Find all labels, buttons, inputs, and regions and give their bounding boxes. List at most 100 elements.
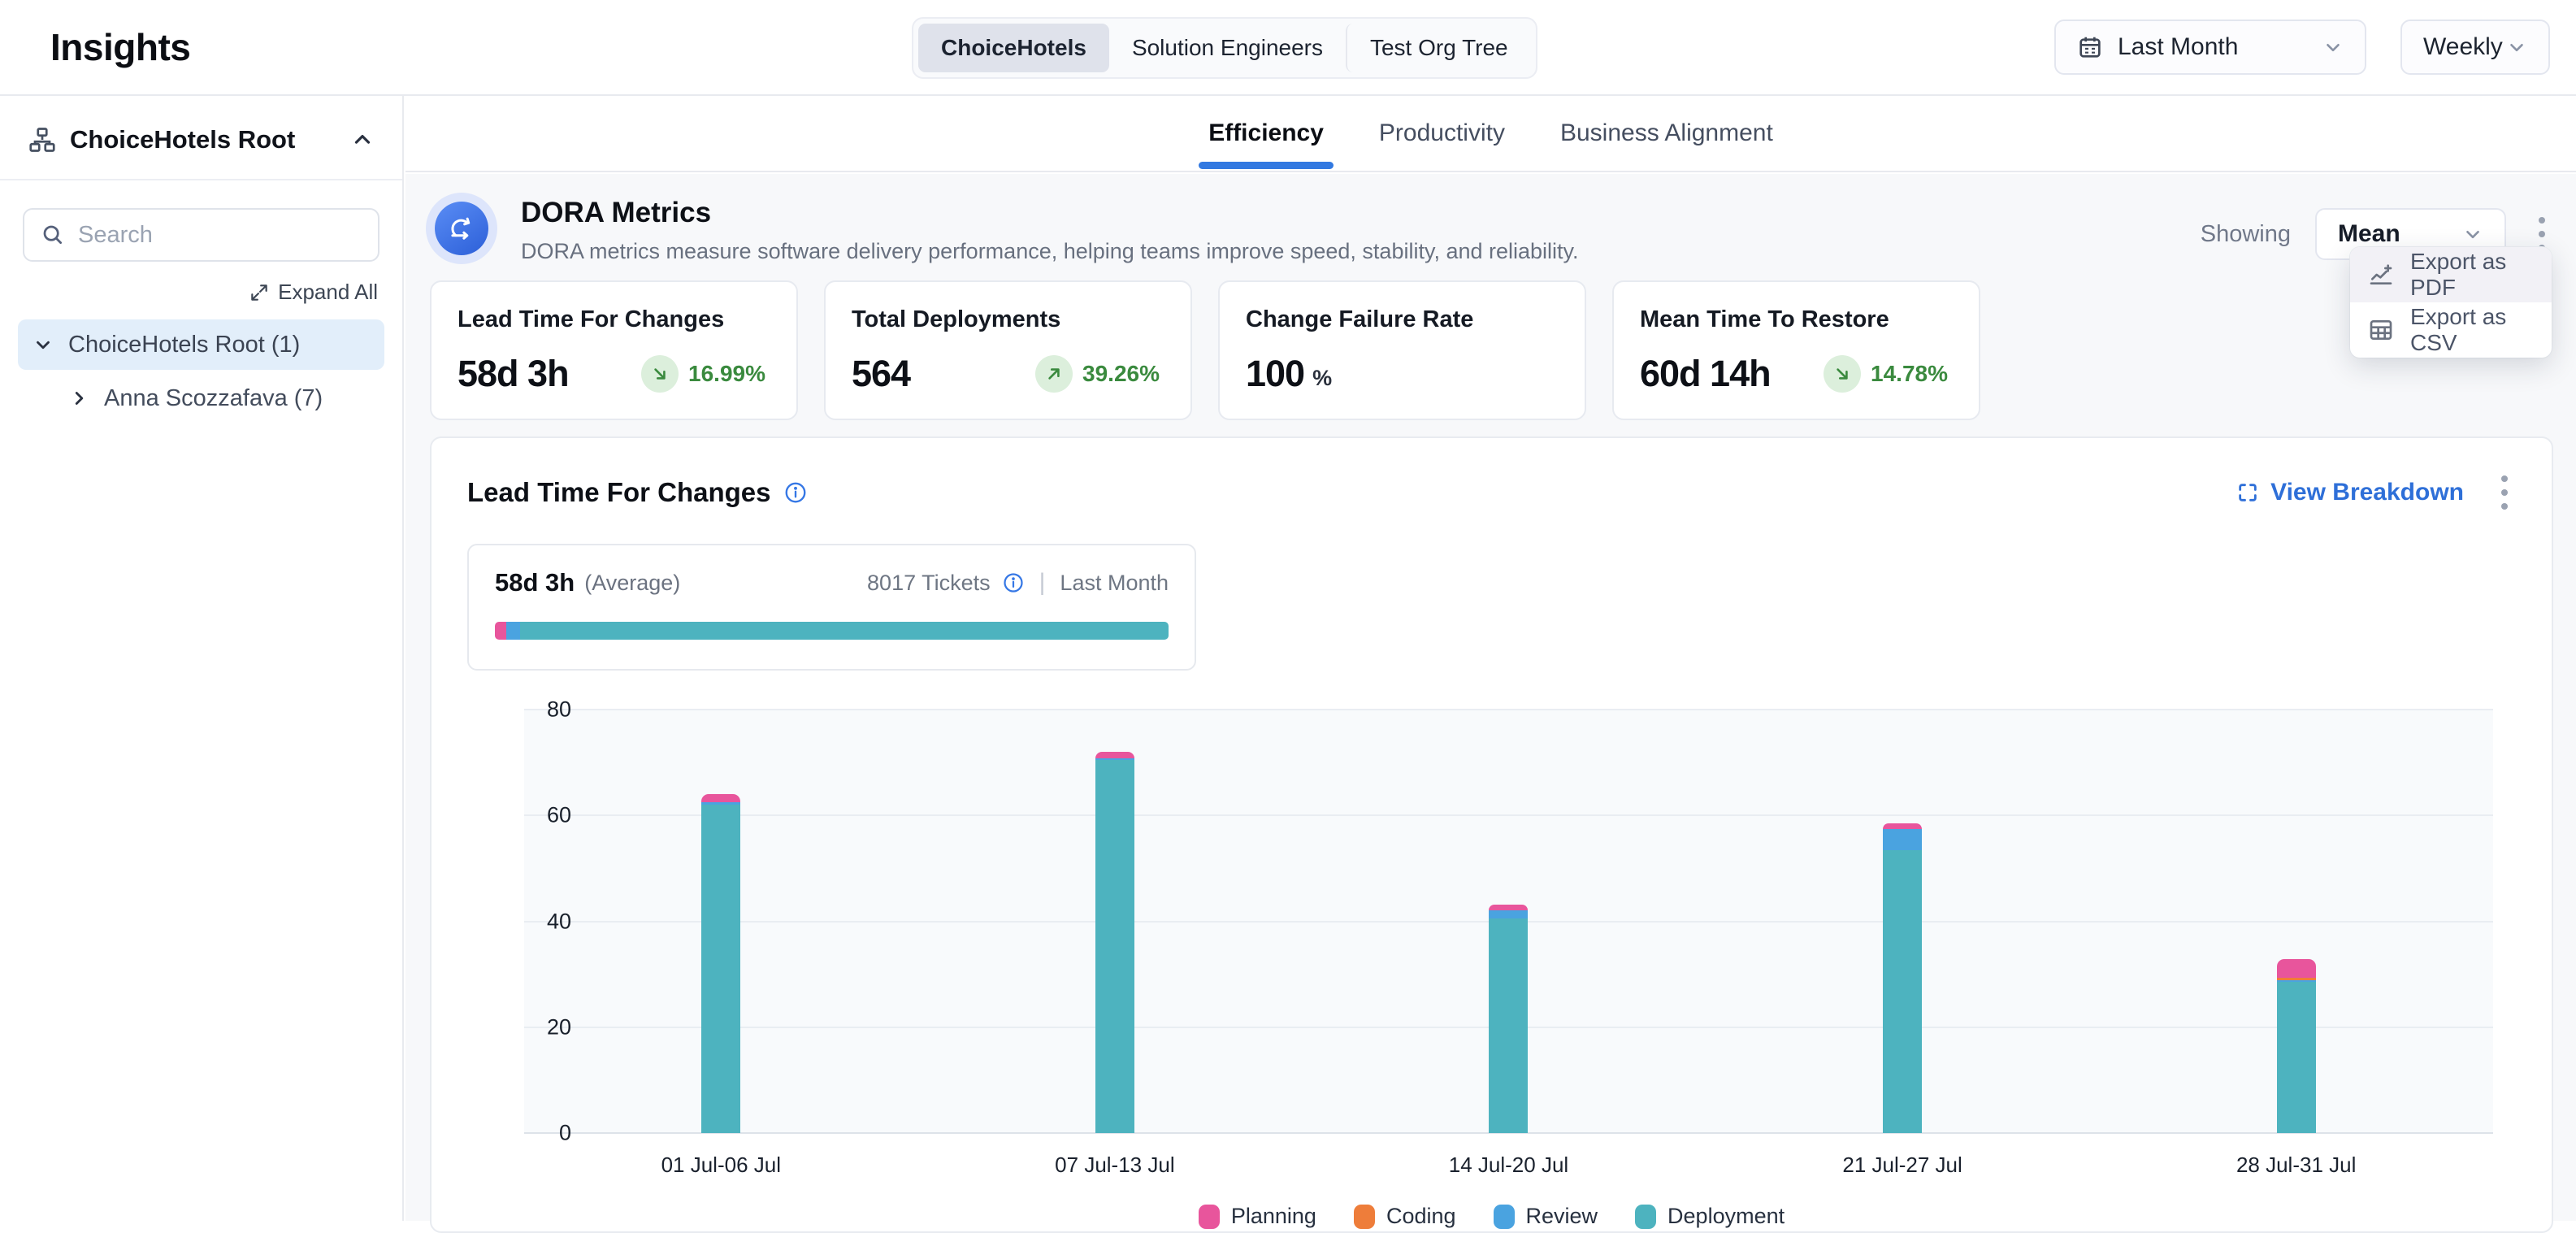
metric-card-title: Total Deployments — [852, 306, 1166, 333]
expand-corners-icon — [2236, 481, 2259, 504]
org-tab-test-org-tree[interactable]: Test Org Tree — [1346, 24, 1531, 72]
legend-label: Coding — [1386, 1204, 1456, 1229]
table-icon — [2368, 317, 2394, 343]
expand-all-label: Expand All — [278, 280, 378, 305]
summary-period: Last Month — [1060, 571, 1169, 596]
legend-item-coding: Coding — [1354, 1204, 1456, 1229]
search-icon — [41, 223, 65, 247]
granularity-value: Weekly — [2423, 33, 2503, 61]
tab-business-alignment[interactable]: Business Alignment — [1557, 100, 1776, 167]
bar-slot — [524, 710, 918, 1133]
org-sidebar: ChoiceHotels Root Expand All ChoiceHotel… — [0, 96, 404, 1221]
aggregation-value: Mean — [2338, 220, 2400, 248]
view-breakdown-button[interactable]: View Breakdown — [2236, 479, 2464, 506]
stacked-bar-14-Jul-20-Jul — [1489, 905, 1528, 1133]
section-tabs: Efficiency Productivity Business Alignment — [405, 96, 2576, 172]
metric-card-title: Mean Time To Restore — [1640, 306, 1954, 333]
menu-item-label: Export as PDF — [2410, 249, 2534, 301]
tree-item[interactable]: ChoiceHotels Root (1) — [18, 319, 384, 370]
x-axis-label: 21 Jul-27 Jul — [1706, 1153, 2100, 1178]
summary-qualifier: (Average) — [584, 571, 680, 596]
metric-card-unit: % — [1312, 366, 1332, 391]
trend-delta: 16.99% — [688, 361, 765, 387]
tree-item[interactable]: Anna Scozzafava (7) — [54, 373, 384, 423]
dora-heading-text: DORA Metrics DORA metrics measure softwa… — [521, 197, 1579, 264]
bar-slot — [2099, 710, 2493, 1133]
bar-slot — [918, 710, 1312, 1133]
search-input[interactable] — [78, 222, 362, 249]
export-menu: Export as PDFExport as CSV — [2350, 247, 2552, 358]
bar-slot — [1312, 710, 1706, 1133]
x-axis-label: 01 Jul-06 Jul — [524, 1153, 918, 1178]
bar-segment-planning — [2277, 959, 2316, 978]
menu-item-export-as-csv[interactable]: Export as CSV — [2350, 302, 2552, 358]
chart-kebab-menu-icon[interactable] — [2493, 469, 2516, 516]
trend-badge: 16.99% — [641, 355, 765, 393]
chart-x-labels: 01 Jul-06 Jul07 Jul-13 Jul14 Jul-20 Jul2… — [524, 1153, 2493, 1178]
stacked-bar-07-Jul-13-Jul — [1095, 752, 1134, 1133]
expand-arrows-icon — [249, 282, 270, 303]
org-tab-solution-engineers[interactable]: Solution Engineers — [1109, 24, 1346, 72]
metric-card-total-deployments: Total Deployments56439.26% — [824, 280, 1192, 420]
metric-card-value-row: 58d 3h16.99% — [458, 353, 772, 395]
bar-segment-deployment — [2277, 982, 2316, 1133]
trend-down-icon — [641, 355, 679, 393]
granularity-select[interactable]: Weekly — [2400, 20, 2550, 75]
summary-row: 58d 3h (Average) 8017 Tickets | Last Mon… — [495, 568, 1169, 597]
chevron-down-icon — [2506, 37, 2527, 58]
metric-card-value: 60d 14h — [1640, 353, 1771, 395]
legend-swatch-deployment — [1635, 1205, 1656, 1229]
tab-efficiency[interactable]: Efficiency — [1205, 100, 1327, 167]
trend-delta: 39.26% — [1082, 361, 1160, 387]
org-tree-icon — [28, 125, 57, 154]
menu-item-label: Export as CSV — [2410, 304, 2534, 356]
menu-item-export-as-pdf[interactable]: Export as PDF — [2350, 247, 2552, 302]
phase-breakdown-bar — [495, 622, 1169, 640]
breakdown-segment-deployment — [520, 622, 1168, 640]
chevron-down-icon — [2462, 224, 2483, 245]
summary-meta: 8017 Tickets | Last Month — [867, 569, 1169, 597]
metric-card-value-row: 100% — [1246, 353, 1560, 395]
date-range-select[interactable]: Last Month — [2054, 20, 2366, 75]
trend-badge: 14.78% — [1824, 355, 1948, 393]
metric-card-lead-time-for-changes: Lead Time For Changes58d 3h16.99% — [430, 280, 798, 420]
dora-iteration-icon — [435, 202, 488, 255]
org-tab-choicehotels[interactable]: ChoiceHotels — [918, 24, 1109, 72]
tree-item-label: ChoiceHotels Root (1) — [68, 332, 300, 358]
bar-segment-deployment — [1489, 918, 1528, 1133]
legend-swatch-coding — [1354, 1205, 1375, 1229]
bar-segment-review — [1883, 829, 1922, 850]
bar-segment-planning — [1489, 905, 1528, 911]
breakdown-segment-review — [506, 622, 520, 640]
expand-all-button[interactable]: Expand All — [0, 280, 378, 305]
bar-segment-planning — [701, 794, 740, 802]
chart-export-icon — [2368, 262, 2394, 288]
stacked-bar-21-Jul-27-Jul — [1883, 823, 1922, 1133]
dora-title: DORA Metrics — [521, 197, 1579, 229]
x-axis-label: 07 Jul-13 Jul — [918, 1153, 1312, 1178]
date-range-value: Last Month — [2118, 33, 2238, 61]
legend-item-deployment: Deployment — [1635, 1204, 1785, 1229]
chart-plot-area: 020406080 — [524, 710, 2493, 1133]
chevron-down-icon — [2322, 37, 2344, 58]
info-icon[interactable] — [1002, 571, 1025, 594]
org-switcher: ChoiceHotelsSolution EngineersTest Org T… — [912, 17, 1537, 79]
legend-label: Planning — [1231, 1204, 1316, 1229]
tab-productivity[interactable]: Productivity — [1376, 100, 1508, 167]
lead-time-card: Lead Time For Changes View Breakdown — [430, 436, 2553, 1233]
legend-item-planning: Planning — [1199, 1204, 1316, 1229]
bar-segment-deployment — [701, 805, 740, 1133]
bar-segment-review — [1489, 910, 1528, 918]
bar-segment-planning — [1095, 752, 1134, 758]
info-icon[interactable] — [783, 480, 808, 505]
sidebar-search — [23, 208, 379, 262]
sidebar-header: ChoiceHotels Root — [0, 96, 402, 180]
trend-delta: 14.78% — [1871, 361, 1948, 387]
x-axis-label: 14 Jul-20 Jul — [1312, 1153, 1706, 1178]
page-title: Insights — [50, 25, 190, 69]
collapse-chevron-icon[interactable] — [350, 128, 375, 152]
showing-label: Showing — [2201, 221, 2291, 248]
metric-cards-row: Lead Time For Changes58d 3h16.99%Total D… — [430, 280, 2553, 420]
summary-value: 58d 3h — [495, 568, 575, 597]
trend-down-icon — [1824, 355, 1861, 393]
